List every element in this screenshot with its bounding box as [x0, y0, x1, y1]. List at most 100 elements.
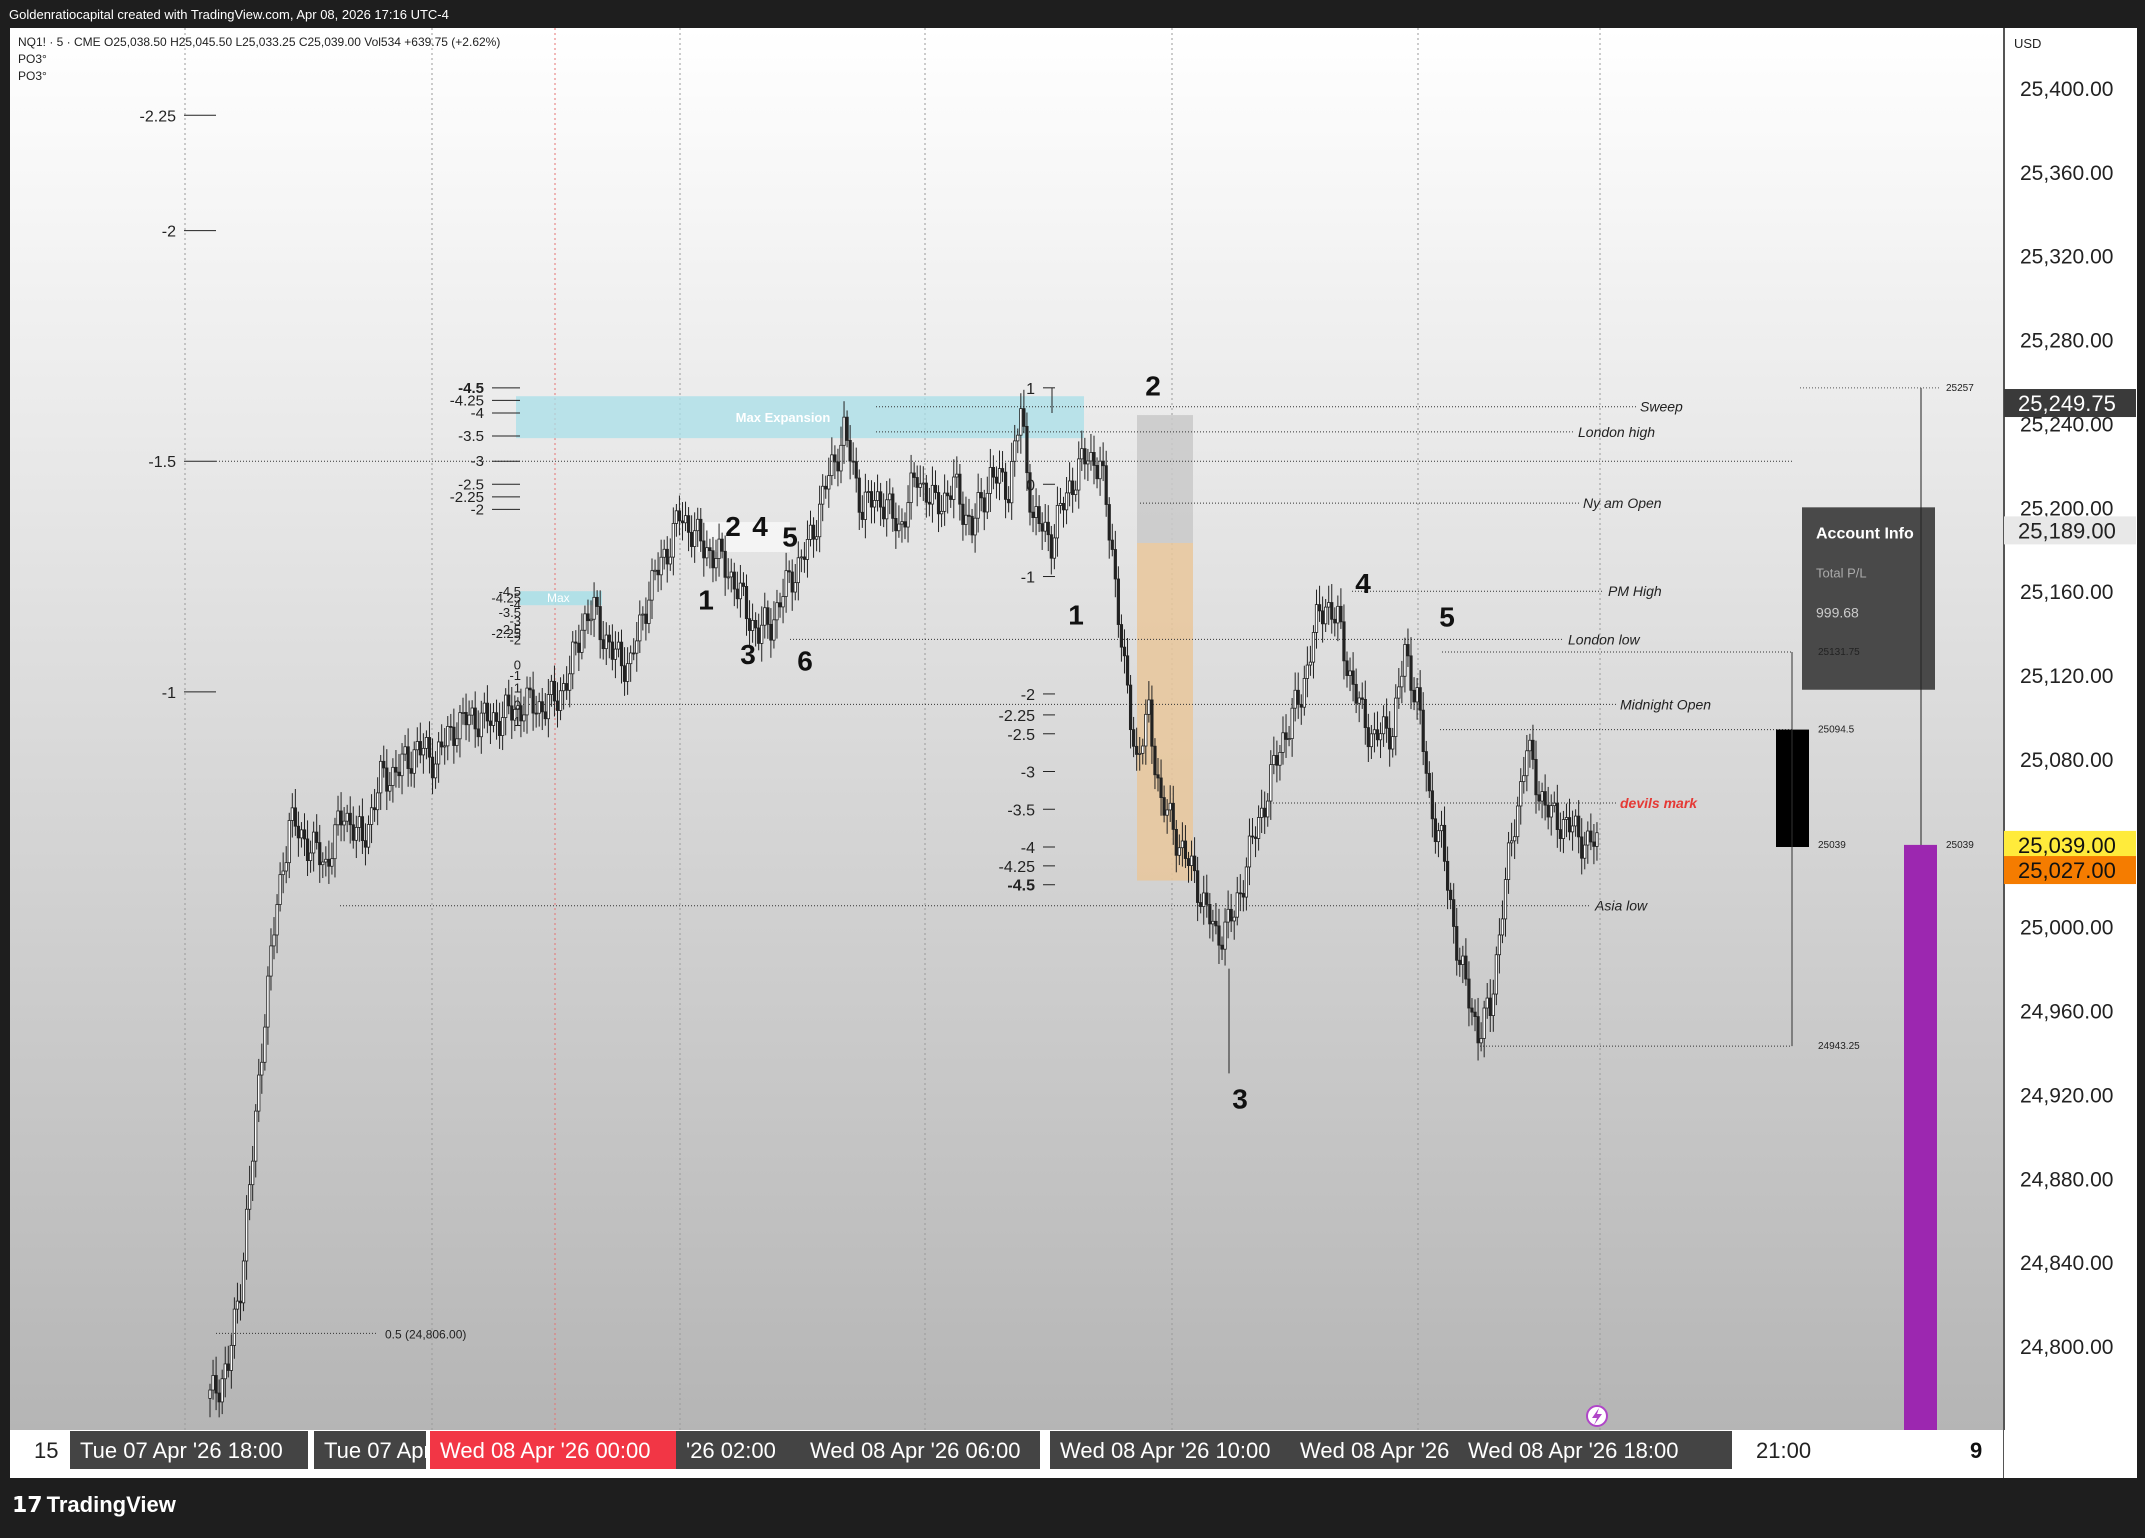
- candle-body: [1488, 997, 1492, 1016]
- candle-body: [656, 569, 660, 576]
- tradingview-logo[interactable]: 𝟭𝟳 TradingView: [12, 1492, 176, 1518]
- fib-label: 0: [1026, 477, 1035, 494]
- candle-body: [452, 726, 456, 746]
- candle-body: [211, 1375, 215, 1391]
- candle-body: [589, 618, 593, 622]
- candle-body: [373, 807, 377, 811]
- candle-body: [1564, 817, 1569, 820]
- candle-body: [930, 484, 935, 505]
- candle-body: [1132, 729, 1136, 747]
- candle-body: [1586, 830, 1590, 846]
- candle-body: [1104, 465, 1108, 505]
- candle-body: [1342, 621, 1346, 662]
- price-axis-panel[interactable]: [2004, 28, 2137, 1430]
- candle-body: [385, 767, 389, 792]
- time-axis[interactable]: 15 Tue 07 Apr '26 18:00 Tue 07 Apr Wed 08 A…: [34, 1431, 1982, 1469]
- fib-label: -4.5: [1007, 878, 1035, 895]
- candle-body: [1577, 815, 1581, 838]
- candle-body: [409, 768, 413, 774]
- candle-body: [690, 531, 694, 547]
- candle-body: [616, 641, 621, 650]
- candle-body: [540, 701, 544, 713]
- chart-canvas[interactable]: Max Expansion Max Sweep London high Ny am O…: [0, 0, 2145, 1538]
- fib-label: -1: [1021, 570, 1035, 587]
- candle-body: [1485, 997, 1489, 1009]
- candle-body: [549, 680, 554, 695]
- time-tick-label: Wed 08 Apr '26 18:00: [1468, 1438, 1679, 1463]
- candle-body: [403, 746, 407, 755]
- candle-body: [1442, 824, 1447, 862]
- level-label: Ny am Open: [1583, 495, 1662, 511]
- candle-body: [1256, 817, 1261, 839]
- candle-body: [1299, 703, 1303, 708]
- fib-label: -4: [1021, 840, 1035, 857]
- candle-body: [1336, 605, 1340, 624]
- candle-body: [1574, 815, 1578, 827]
- candle-body: [1192, 855, 1197, 872]
- wave-label: 4: [1355, 568, 1371, 599]
- tv-logo-icon: 𝟭𝟳: [12, 1492, 43, 1517]
- wave-label: 3: [1232, 1084, 1248, 1115]
- price-tick-label: 24,800.00: [2020, 1336, 2113, 1359]
- candle-body: [394, 766, 398, 773]
- candle-body: [473, 707, 477, 730]
- fib-label: -2: [1021, 687, 1035, 704]
- candle-body: [796, 557, 800, 584]
- candle-body: [226, 1363, 230, 1371]
- candle-body: [1430, 790, 1434, 820]
- candle-body: [738, 582, 742, 600]
- candle-body: [555, 700, 560, 711]
- candle-body: [708, 547, 712, 552]
- candle-body: [1138, 752, 1142, 755]
- value-label: 24943.25: [1818, 1041, 1860, 1052]
- candle-body: [683, 515, 688, 524]
- candle-body: [988, 467, 992, 494]
- candle-body: [1214, 920, 1218, 927]
- candle-body: [1171, 802, 1175, 830]
- candle-body: [827, 475, 831, 490]
- candle-body: [1003, 471, 1008, 500]
- candle-body: [1461, 955, 1465, 965]
- candle-body: [1287, 738, 1291, 741]
- candle-body: [943, 492, 947, 512]
- candle-body: [650, 570, 654, 601]
- candle-body: [586, 613, 590, 622]
- lightning-icon[interactable]: [1586, 1405, 1608, 1427]
- candle-body: [379, 760, 383, 794]
- candle-body: [287, 820, 291, 864]
- candle-body: [936, 492, 941, 515]
- candle-body: [601, 639, 605, 650]
- fib-label: -3: [1021, 765, 1035, 782]
- candle-body: [345, 812, 349, 822]
- candle-body: [860, 511, 864, 520]
- candle-body: [799, 556, 803, 559]
- candle-body: [1101, 460, 1105, 467]
- candle-body: [1174, 828, 1178, 856]
- candle-body: [1592, 841, 1596, 847]
- candle-body: [418, 741, 422, 756]
- candle-body: [424, 737, 429, 749]
- candle-body: [976, 492, 980, 519]
- candle-body: [421, 747, 425, 756]
- candle-body: [680, 520, 685, 524]
- candle-body: [293, 807, 297, 827]
- candle-body: [241, 1260, 246, 1304]
- candle-body: [1049, 534, 1053, 559]
- candle-body: [1272, 755, 1276, 766]
- candle-body: [583, 613, 587, 631]
- candle-body: [1165, 809, 1169, 816]
- candle-body: [1510, 840, 1514, 844]
- candle-body: [1092, 452, 1096, 466]
- fib-label: -2: [471, 501, 484, 518]
- candle-body: [568, 673, 572, 691]
- candle-body: [437, 741, 441, 765]
- candle-body: [531, 689, 535, 714]
- candle-body: [1369, 733, 1373, 748]
- candle-body: [964, 514, 968, 525]
- level-label: Sweep: [1640, 399, 1683, 415]
- candle-body: [363, 840, 368, 848]
- candle-body: [443, 745, 447, 748]
- candle-body: [1360, 697, 1364, 700]
- candle-body: [1589, 830, 1593, 843]
- candle-body: [1452, 899, 1456, 927]
